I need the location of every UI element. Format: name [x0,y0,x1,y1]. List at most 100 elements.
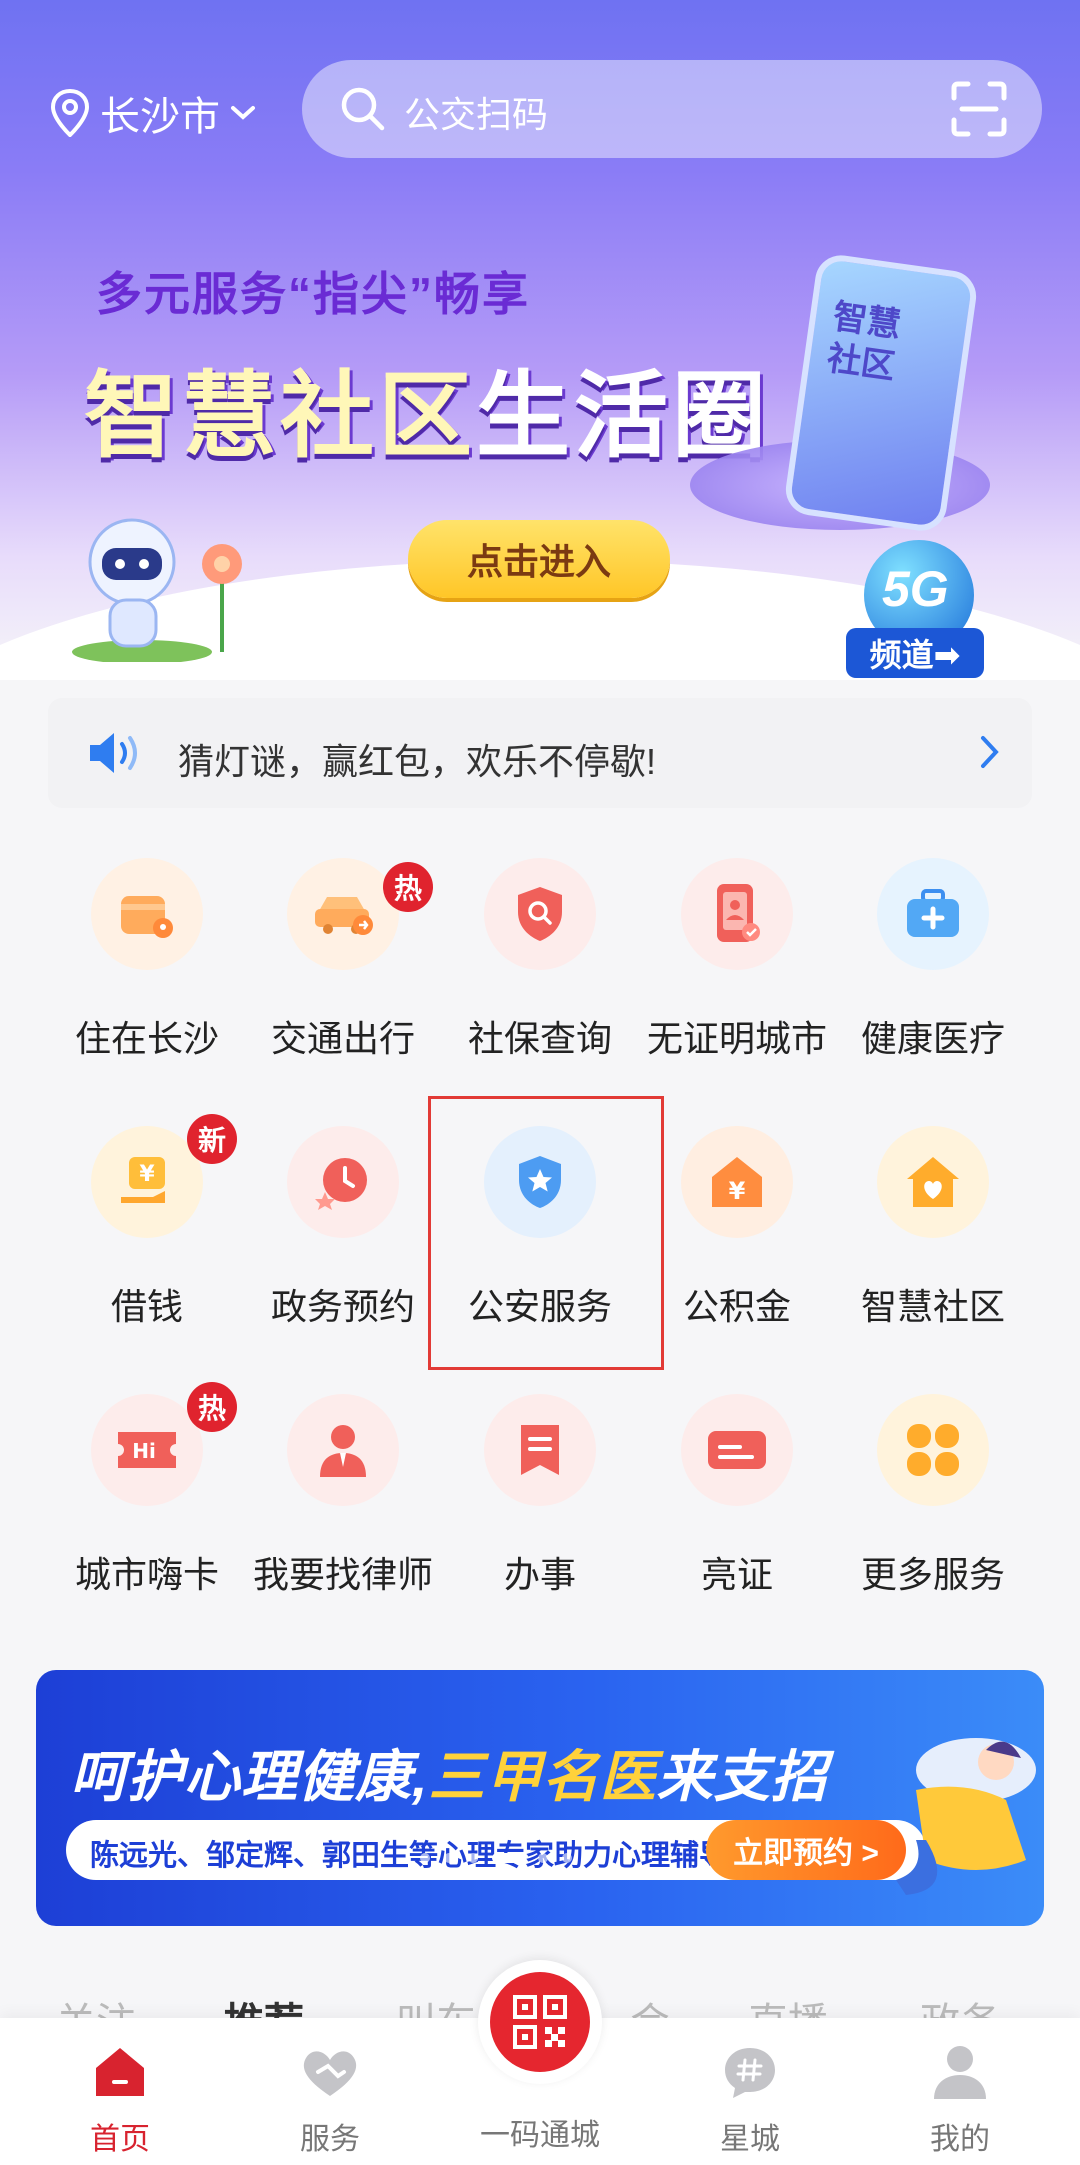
carousel-dot-active[interactable] [492,1853,524,1863]
top-bar: 长沙市 公交扫码 [0,56,1080,158]
hi-ticket-icon: Hi [91,1394,203,1506]
location-pin-icon [50,89,90,137]
promo-subtitle: 陈远光、邹定辉、郭田生等心理专家助力心理辅导 [90,1840,729,1872]
hot-tag: 热 [383,862,433,912]
carousel-dot[interactable] [468,1853,478,1863]
announcement-text: 猜灯谜，赢红包，欢乐不停歇! [178,741,657,782]
hero-title-part-1: 智慧社区 [84,363,477,468]
qr-code-icon [513,1995,567,2049]
chevron-down-icon [231,106,255,120]
promo-headline-part-2: 三甲名医 [428,1745,657,1808]
service-label: 更多服务 [860,1554,1005,1595]
service-label: 智慧社区 [860,1286,1005,1327]
promo-headline: 呵护心理健康,三甲名医来支招 [70,1732,828,1813]
hero-subtitle: 多元服务“指尖”畅享 [96,268,530,320]
one-code-label: 一码通城 [480,2119,600,2152]
service-item[interactable]: 社保查询 [440,850,640,1090]
service-item[interactable]: Hi 热 城市嗨卡 [47,1382,247,1626]
heart-house-icon [877,1126,989,1238]
service-item[interactable]: 更多服务 [833,1386,1033,1626]
search-icon [341,87,385,131]
card-icon [681,1394,793,1506]
selection-highlight-box [428,1096,664,1370]
nav-mine-label: 我的 [930,2123,990,2156]
service-label: 社保查询 [467,1018,612,1059]
carousel-dot[interactable] [538,1853,548,1863]
service-label: 借钱 [110,1286,183,1327]
svg-text:¥: ¥ [139,1162,155,1187]
service-label: 办事 [503,1554,576,1595]
speaker-icon [90,733,137,773]
hero-banner[interactable]: 长沙市 公交扫码 多元服务“指尖”畅享 智慧社区生活圈 智慧 社区 点击进入 5… [0,0,1080,680]
bookmark-doc-icon [484,1394,596,1506]
nav-star-city-label: 星城 [720,2123,780,2156]
service-label: 政务预约 [270,1286,415,1327]
nav-services-label: 服务 [300,2123,360,2156]
shield-search-icon [484,858,596,970]
service-item[interactable]: ¥ 公积金 [637,1118,837,1358]
yuan-hand-icon: ¥ [91,1126,203,1238]
service-item[interactable]: 我要找律师 [243,1386,443,1626]
medical-kit-icon [877,858,989,970]
user-icon [934,2046,986,2099]
wallet-location-icon [91,858,203,970]
nav-star-city[interactable]: 星城 [670,2038,830,2158]
chat-hash-icon [725,2048,775,2098]
svg-text:Hi: Hi [132,1439,156,1463]
channel-label: 频道➡ [846,628,984,678]
service-item[interactable]: 智慧社区 [833,1118,1033,1358]
announcement-bar[interactable]: 猜灯谜，赢红包，欢乐不停歇! [48,698,1032,808]
nav-home-label: 首页 [90,2123,150,2156]
service-label: 住在长沙 [74,1018,219,1059]
service-item[interactable]: ¥ 新 借钱 [47,1114,247,1358]
robot-mascot-icon [72,518,242,662]
service-label: 城市嗨卡 [74,1554,219,1595]
service-item[interactable]: 办事 [440,1386,640,1626]
nav-home[interactable]: 首页 [40,2038,200,2158]
scan-icon[interactable] [950,80,1008,138]
phone-id-icon [681,858,793,970]
service-label: 我要找律师 [252,1554,433,1595]
city-name: 长沙市 [100,95,220,139]
yuan-house-icon: ¥ [681,1126,793,1238]
service-label: 无证明城市 [646,1018,827,1059]
carousel-dot[interactable] [420,1853,430,1863]
carousel-dots [420,1853,572,1863]
service-item[interactable]: 无证明城市 [637,850,837,1090]
hot-tag: 热 [187,1382,237,1432]
promo-banner[interactable]: 呵护心理健康,三甲名医来支招 陈远光、邹定辉、郭田生等心理专家助力心理辅导 立即… [36,1670,1044,1926]
carousel-dot[interactable] [562,1853,572,1863]
clock-icon [287,1126,399,1238]
car-icon [287,858,399,970]
service-item[interactable]: 健康医疗 [833,850,1033,1090]
new-tag: 新 [187,1114,237,1164]
service-item[interactable]: 政务预约 [243,1118,443,1358]
home-icon [96,2048,144,2096]
service-label: 亮证 [700,1554,773,1595]
search-bar[interactable]: 公交扫码 [302,60,1042,158]
service-label: 交通出行 [270,1018,415,1059]
service-item[interactable]: 亮证 [637,1386,837,1626]
promo-headline-part-3: 来支招 [656,1745,828,1808]
promo-headline-part-1: 呵护心理健康, [70,1745,429,1808]
service-label: 健康医疗 [860,1018,1005,1059]
four-petal-icon [877,1394,989,1506]
5g-label: 5G [882,561,949,617]
heart-handshake-icon [303,2051,357,2096]
book-now-button[interactable]: 立即预约 > [706,1820,906,1880]
nav-mine[interactable]: 我的 [880,2038,1040,2158]
chevron-right-icon[interactable] [978,732,1002,772]
carousel-dot[interactable] [444,1853,454,1863]
hero-title-part-2: 生活圈 [476,363,771,468]
lawyer-icon [287,1394,399,1506]
5g-channel-badge[interactable]: 5G 频道➡ [846,540,994,680]
enter-button[interactable]: 点击进入 [408,520,670,598]
service-item[interactable]: 住在长沙 [47,850,247,1090]
svg-text:¥: ¥ [729,1177,746,1205]
one-code-button[interactable] [478,1960,602,2084]
resting-person-illustration [896,1738,1036,1895]
hero-title: 智慧社区生活圈 [84,340,770,476]
service-item[interactable]: 热 交通出行 [243,850,443,1090]
nav-services[interactable]: 服务 [250,2038,410,2158]
city-selector[interactable]: 长沙市 [50,84,268,142]
